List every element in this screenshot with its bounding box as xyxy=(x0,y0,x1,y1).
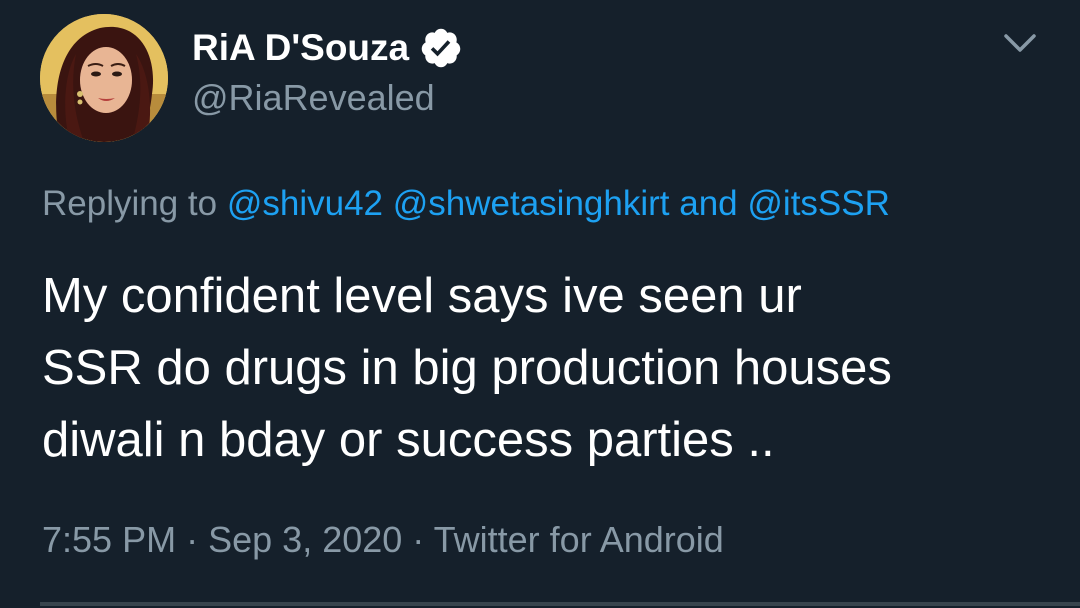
avatar-image xyxy=(40,14,168,142)
tweet-time[interactable]: 7:55 PM xyxy=(42,519,176,560)
display-name[interactable]: RiA D'Souza xyxy=(192,26,409,70)
replying-to-label: Replying to xyxy=(42,184,218,223)
divider xyxy=(40,602,1080,606)
author-name-row[interactable]: RiA D'Souza xyxy=(192,26,463,70)
replying-to-conjunction[interactable]: and xyxy=(679,184,737,223)
tweet-metadata: 7:55 PM · Sep 3, 2020 · Twitter for Andr… xyxy=(42,518,724,562)
avatar[interactable] xyxy=(40,14,168,142)
tweet: RiA D'Souza @RiaRevealed Replying to @sh… xyxy=(0,0,1080,608)
mention-link[interactable]: @shivu42 xyxy=(227,184,383,223)
mention-link[interactable]: @itsSSR xyxy=(747,184,890,223)
author-handle[interactable]: @RiaRevealed xyxy=(192,76,435,120)
meta-separator: · xyxy=(186,519,199,560)
meta-separator: · xyxy=(412,519,425,560)
tweet-source[interactable]: Twitter for Android xyxy=(434,519,724,560)
replying-to-line: Replying to @shivu42 @shwetasinghkirt an… xyxy=(42,182,890,226)
verified-badge-icon xyxy=(419,26,463,70)
mention-link[interactable]: @shwetasinghkirt xyxy=(393,184,670,223)
tweet-text: My confident level says ive seen ur SSR … xyxy=(42,269,892,467)
tweet-date[interactable]: Sep 3, 2020 xyxy=(208,519,402,560)
chevron-down-icon[interactable] xyxy=(1000,28,1040,60)
